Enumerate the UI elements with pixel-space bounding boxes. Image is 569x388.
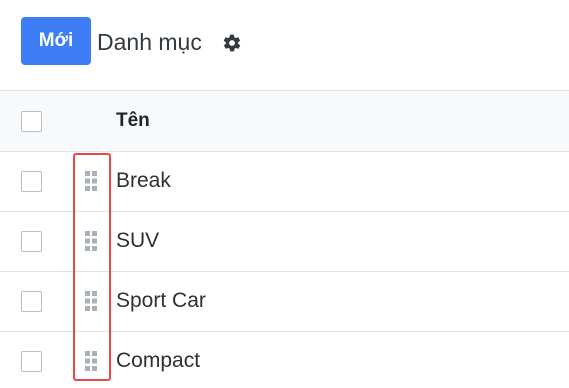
row-checkbox[interactable] bbox=[21, 231, 42, 252]
row-checkbox[interactable] bbox=[21, 171, 42, 192]
gear-icon[interactable] bbox=[222, 33, 242, 53]
row-checkbox[interactable] bbox=[21, 351, 42, 372]
list-table: Tên Break SUV Sport Car Compact bbox=[0, 90, 569, 388]
table-row[interactable]: Compact bbox=[0, 331, 569, 388]
row-name: Compact bbox=[116, 349, 201, 372]
select-all-checkbox[interactable] bbox=[21, 111, 42, 132]
drag-handle-icon[interactable] bbox=[84, 170, 98, 192]
row-name: Break bbox=[116, 169, 171, 192]
breadcrumb-title: Danh mục bbox=[97, 29, 202, 55]
page: Mới Danh mục Tên Break SUV Sport Car Com… bbox=[0, 0, 569, 388]
new-button[interactable]: Mới bbox=[21, 17, 91, 65]
table-header-row: Tên bbox=[0, 90, 569, 151]
row-checkbox[interactable] bbox=[21, 291, 42, 312]
drag-handle-icon[interactable] bbox=[84, 350, 98, 372]
drag-handle-icon[interactable] bbox=[84, 290, 98, 312]
table-row[interactable]: Sport Car bbox=[0, 271, 569, 331]
control-panel: Mới Danh mục bbox=[0, 0, 569, 90]
table-row[interactable]: Break bbox=[0, 151, 569, 211]
row-name: SUV bbox=[116, 229, 160, 252]
table-row[interactable]: SUV bbox=[0, 211, 569, 271]
row-name: Sport Car bbox=[116, 289, 206, 312]
column-header-name[interactable]: Tên bbox=[116, 110, 150, 132]
drag-handle-icon[interactable] bbox=[84, 230, 98, 252]
